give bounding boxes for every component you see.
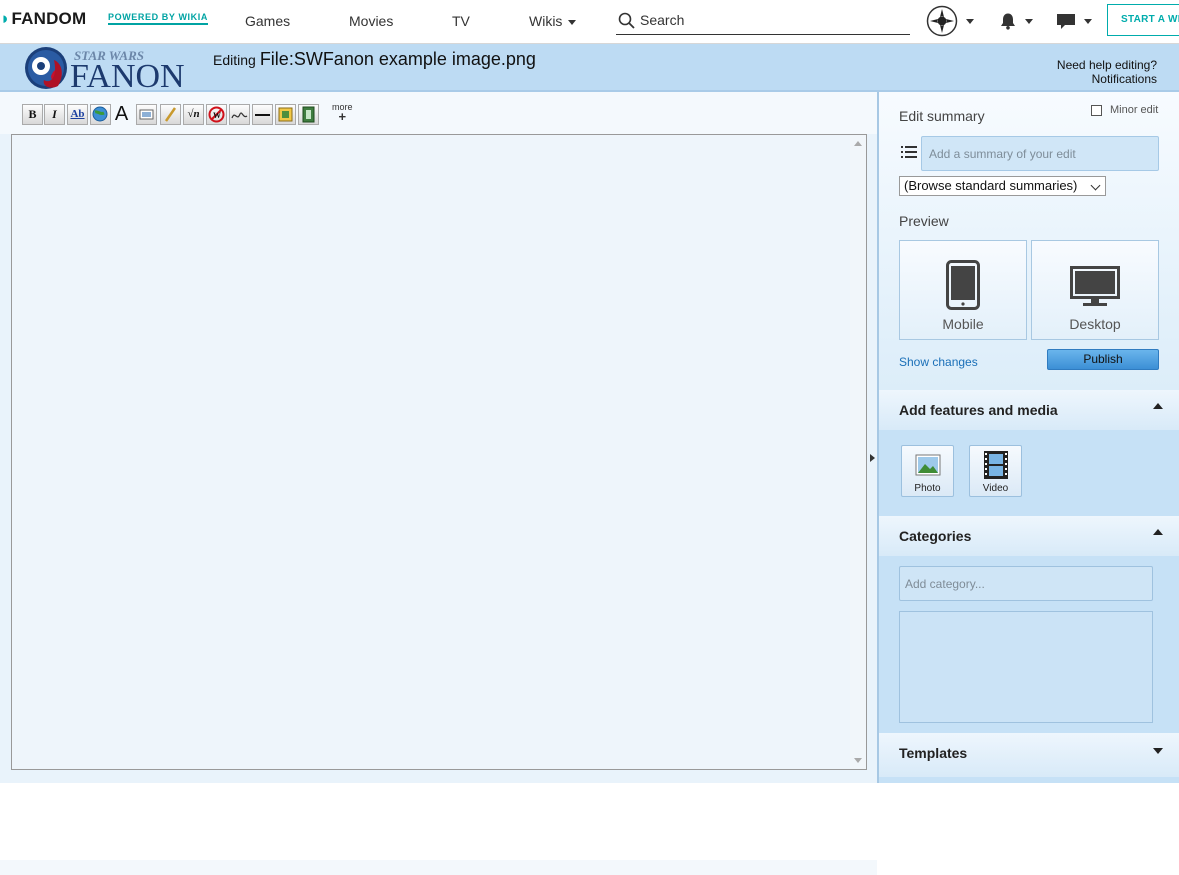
globe-icon (92, 106, 108, 122)
internal-link-button[interactable]: Ab (67, 104, 88, 125)
edit-summary-field[interactable] (921, 136, 1159, 171)
add-category-input[interactable] (900, 567, 1152, 600)
page-title-text: File:SWFanon example image.png (259, 49, 536, 69)
fandom-mark-icon: ◗ (0, 9, 11, 28)
media-link-button[interactable] (160, 104, 181, 125)
checkbox-icon[interactable] (1091, 104, 1102, 116)
summary-panel: Edit summary Minor edit (Browse standard… (879, 92, 1179, 390)
search-input[interactable] (638, 11, 902, 29)
collapse-up-icon[interactable] (1153, 403, 1163, 409)
chevron-down-icon (1084, 18, 1092, 24)
video-film-icon (983, 451, 1008, 479)
publish-button[interactable]: Publish (1047, 349, 1159, 370)
svg-text:W: W (213, 111, 221, 120)
standard-summaries-select[interactable]: (Browse standard summaries) (899, 176, 1106, 196)
user-menu[interactable] (926, 5, 974, 37)
show-changes-link[interactable]: Show changes (899, 355, 978, 369)
global-navigation: ◗FANDOM POWERED BY WIKIA Games Movies TV… (0, 0, 1179, 44)
user-avatar-icon (926, 5, 958, 37)
editing-prefix: Editing (213, 52, 256, 68)
nav-games[interactable]: Games (245, 13, 290, 29)
italic-button[interactable]: I (44, 104, 65, 125)
external-link-button[interactable] (90, 104, 111, 125)
list-icon (901, 146, 917, 158)
chevron-down-icon (1090, 180, 1101, 191)
heading-button[interactable]: A (111, 104, 132, 125)
preview-label: Preview (899, 213, 949, 229)
notifications-menu[interactable] (999, 6, 1033, 36)
add-video-button[interactable]: Video (969, 445, 1022, 497)
notifications-link[interactable]: Notifications (1057, 72, 1157, 86)
features-media-header[interactable]: Add features and media (879, 390, 1179, 430)
gallery-icon (278, 107, 293, 122)
horizontal-line-button[interactable] (252, 104, 273, 125)
wiki-header: STAR WARS FANON Editing File:SWFanon exam… (0, 44, 1179, 95)
need-help-link[interactable]: Need help editing? (1057, 58, 1157, 72)
svg-text:FANON: FANON (70, 58, 185, 90)
gallery-button[interactable] (275, 104, 296, 125)
preview-desktop-button[interactable]: Desktop (1031, 240, 1159, 340)
categories-header[interactable]: Categories (879, 516, 1179, 556)
chevron-down-icon (568, 19, 577, 25)
wiki-logo[interactable]: STAR WARS FANON (22, 46, 192, 95)
nowiki-icon: W (208, 106, 225, 123)
editor-footer (0, 860, 877, 875)
nav-tv[interactable]: TV (452, 13, 470, 29)
preview-mobile-button[interactable]: Mobile (899, 240, 1027, 340)
messages-icon (1057, 14, 1075, 29)
notifications-bell-icon (1001, 13, 1015, 30)
edit-summary-label: Edit summary (899, 108, 985, 124)
video-toolbar-button[interactable] (298, 104, 319, 125)
minor-edit-checkbox[interactable]: Minor edit (1091, 104, 1158, 116)
star-wars-fanon-logo: STAR WARS FANON (25, 47, 185, 95)
signature-button[interactable] (229, 104, 250, 125)
page-title: Editing File:SWFanon example image.png (213, 49, 536, 70)
bold-button[interactable]: B (22, 104, 43, 125)
scroll-down-icon[interactable] (854, 758, 862, 763)
fandom-logo[interactable]: ◗FANDOM (0, 9, 86, 29)
search-box[interactable] (616, 9, 910, 35)
textarea-scrollbar[interactable] (850, 135, 866, 769)
wikitext-textarea[interactable] (11, 134, 867, 770)
mobile-phone-icon (946, 260, 980, 310)
editor-toolbar: B I Ab A √n W more + (0, 92, 877, 134)
photo-icon (915, 454, 940, 476)
image-icon (139, 109, 154, 120)
rail-collapse-icon[interactable] (870, 454, 875, 462)
nav-movies[interactable]: Movies (349, 13, 393, 29)
film-icon (302, 106, 315, 123)
embedded-file-button[interactable] (136, 104, 157, 125)
signature-icon (231, 112, 248, 119)
search-icon (618, 12, 635, 29)
add-category-field[interactable] (899, 566, 1153, 601)
powered-by-wikia: POWERED BY WIKIA (108, 12, 208, 25)
templates-header[interactable]: Templates (879, 733, 1179, 777)
messages-menu[interactable] (1056, 6, 1092, 36)
help-links: Need help editing? Notifications (1057, 58, 1157, 86)
desktop-monitor-icon (1070, 266, 1120, 306)
more-button[interactable]: more + (332, 102, 353, 123)
add-photo-button[interactable]: Photo (901, 445, 954, 497)
nav-wikis[interactable]: Wikis (529, 13, 577, 29)
start-a-wiki-button[interactable]: START A WIKI (1107, 4, 1179, 36)
scroll-up-icon[interactable] (854, 141, 862, 146)
category-list (899, 611, 1153, 723)
edit-summary-input[interactable] (922, 137, 1158, 170)
nowiki-button[interactable]: W (206, 104, 227, 125)
collapse-up-icon[interactable] (1153, 529, 1163, 535)
source-editor: B I Ab A √n W more + (0, 92, 877, 875)
math-button[interactable]: √n (183, 104, 204, 125)
media-note-icon (164, 107, 177, 122)
chevron-down-icon (1025, 18, 1033, 24)
editor-rail: Edit summary Minor edit (Browse standard… (877, 92, 1179, 783)
expand-down-icon[interactable] (1153, 748, 1163, 754)
horizontal-line-icon (255, 114, 270, 116)
chevron-down-icon (966, 18, 974, 24)
